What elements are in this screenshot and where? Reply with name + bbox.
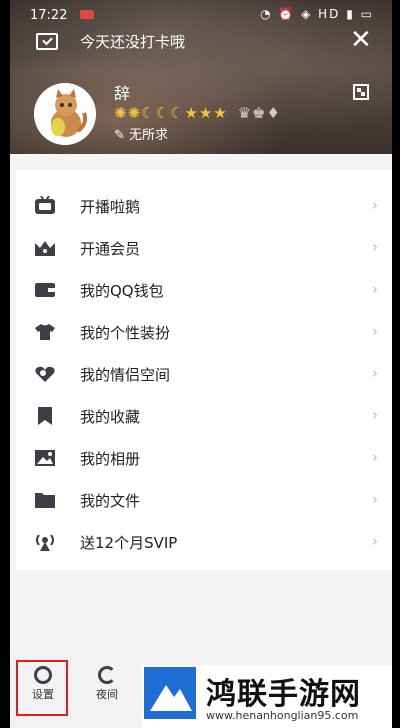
menu-item-label: 我的相册 — [80, 450, 141, 468]
night-mode-tab[interactable]: 夜间 — [82, 660, 132, 710]
settings-highlight-box — [16, 660, 68, 716]
watermark-url: www.henanhonglian95.com — [206, 709, 359, 722]
menu-item-label: 我的个性装扮 — [80, 324, 171, 342]
moon-icon — [98, 666, 116, 684]
chevron-right-icon: › — [372, 238, 378, 256]
chevron-right-icon: › — [372, 448, 378, 466]
photo-icon — [33, 447, 57, 469]
menu-item-svip[interactable]: 送12个月SVIP › — [16, 522, 392, 562]
chevron-right-icon: › — [372, 280, 378, 298]
chevron-right-icon: › — [372, 490, 378, 508]
menu-item-theme[interactable]: 我的个性装扮 › — [16, 312, 392, 352]
watermark: 鸿联手游网 www.henanhonglian95.com — [142, 665, 392, 728]
status-bar: 17:22 ◔ ⏰ ◈ HD ▮ ▭ — [10, 0, 392, 30]
profile-header: 17:22 ◔ ⏰ ◈ HD ▮ ▭ 今天还没打卡哦 ✕ 辞 ✺✺☾☾☾★★★ … — [10, 0, 392, 154]
checkin-text[interactable]: 今天还没打卡哦 — [80, 31, 185, 52]
status-icons: ◔ ⏰ ◈ HD ▮ ▭ — [260, 7, 374, 21]
menu-item-label: 开通会员 — [80, 240, 141, 258]
signal-icon — [33, 531, 57, 553]
menu-item-album[interactable]: 我的相册 › — [16, 438, 392, 478]
qrcode-icon[interactable] — [353, 84, 369, 100]
phone-screen: 17:22 ◔ ⏰ ◈ HD ▮ ▭ 今天还没打卡哦 ✕ 辞 ✺✺☾☾☾★★★ … — [10, 0, 392, 728]
signature[interactable]: ✎ 无所求 — [114, 124, 168, 143]
menu-item-wallet[interactable]: 我的QQ钱包 › — [16, 270, 392, 310]
menu-item-vip[interactable]: 开通会员 › — [16, 228, 392, 268]
vip-badge-icons: ♛♚♦ — [237, 104, 281, 122]
folder-icon — [33, 489, 57, 511]
level-badges[interactable]: ✺✺☾☾☾★★★ ♛♚♦ — [114, 104, 281, 122]
menu-item-couple[interactable]: 我的情侣空间 › — [16, 354, 392, 394]
chevron-right-icon: › — [372, 532, 378, 550]
bookmark-icon — [33, 405, 57, 427]
shirt-icon — [33, 321, 57, 343]
menu-item-label: 送12个月SVIP — [80, 534, 178, 552]
menu-item-label: 我的情侣空间 — [80, 366, 171, 384]
checkin-icon[interactable] — [36, 33, 58, 50]
close-icon[interactable]: ✕ — [350, 27, 372, 53]
menu-item-label: 我的文件 — [80, 492, 141, 510]
username[interactable]: 辞 — [114, 80, 130, 104]
level-icons: ✺✺☾☾☾★★★ — [114, 104, 228, 122]
heart-icon — [33, 363, 57, 385]
menu-item-label: 开播啦鹅 — [80, 198, 141, 216]
avatar[interactable] — [34, 83, 96, 145]
chevron-right-icon: › — [372, 364, 378, 382]
watermark-logo-icon — [144, 667, 196, 719]
watermark-title: 鸿联手游网 — [206, 677, 361, 712]
chevron-right-icon: › — [372, 322, 378, 340]
menu-item-files[interactable]: 我的文件 › — [16, 480, 392, 520]
chevron-right-icon: › — [372, 406, 378, 424]
chevron-right-icon: › — [372, 196, 378, 214]
record-indicator-icon — [80, 10, 94, 19]
status-time: 17:22 — [30, 8, 68, 23]
tab-label: 夜间 — [96, 688, 118, 701]
menu-item-label: 我的收藏 — [80, 408, 141, 426]
menu-item-label: 我的QQ钱包 — [80, 282, 164, 300]
live-icon — [33, 195, 57, 217]
crown-icon — [33, 237, 57, 259]
wallet-icon — [33, 279, 57, 301]
menu-item-live[interactable]: 开播啦鹅 › — [16, 186, 392, 226]
menu-item-favorites[interactable]: 我的收藏 › — [16, 396, 392, 436]
side-menu: 开播啦鹅 › 开通会员 › 我的QQ钱包 › 我的个性装扮 › 我的情侣空间 ›… — [16, 170, 392, 570]
